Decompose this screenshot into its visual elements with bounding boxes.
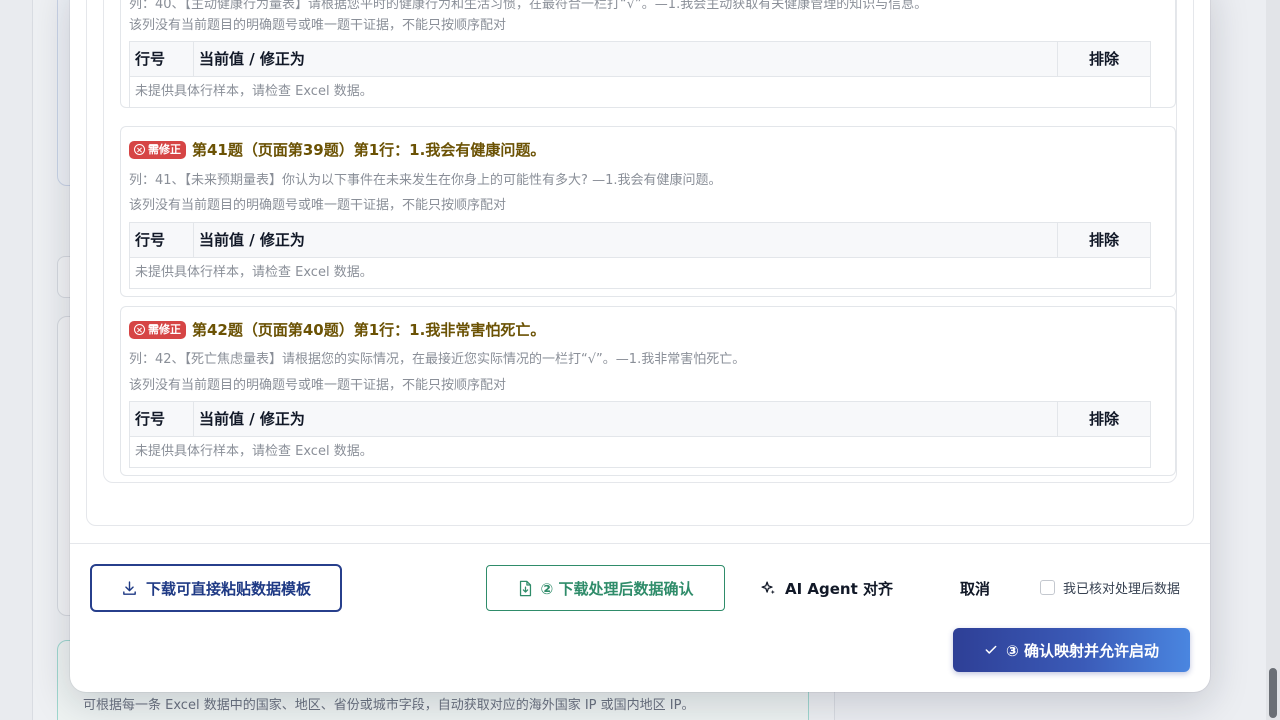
badge-label: 需修正 [148,142,181,156]
column-source-text: 列：41、【未来预期量表】你认为以下事件在未来发生在你身上的可能性有多大? —1… [129,173,722,188]
mapping-warning-text: 该列没有当前题目的明确题号或唯一题干证据，不能只按顺序配对 [129,18,507,33]
question-title: 第41题（页面第39题）第1行：1.我会有健康问题。 [192,141,546,159]
download-processed-button[interactable]: ② 下载处理后数据确认 [486,565,725,611]
file-download-icon [519,580,531,596]
needs-fix-badge: 需修正 [129,140,186,159]
table-header: 行号 当前值 / 修正为 排除 [130,402,1150,437]
mapping-confirm-modal: 列：40、【主动健康行为量表】请根据您平时的健康行为和生活习惯，在最符合一栏打“… [70,0,1210,692]
column-source-text: 列：42、【死亡焦虑量表】请根据您的实际情况，在最接近您实际情况的一栏打“√”。… [129,352,746,367]
question-block: 需修正 第42题（页面第40题）第1行：1.我非常害怕死亡。 列：42、【死亡焦… [120,306,1176,476]
column-header-value: 当前值 / 修正为 [194,223,1058,257]
table-empty-message: 未提供具体行样本，请检查 Excel 数据。 [135,84,373,99]
cancel-label: 取消 [960,579,991,598]
question-header: 需修正 第41题（页面第39题）第1行：1.我会有健康问题。 [129,139,545,160]
ai-agent-label: AI Agent 对齐 [785,579,894,598]
background-ip-note: 可根据每一条 Excel 数据中的国家、地区、省份或城市字段，自动获取对应的海外… [83,698,695,713]
error-circle-icon [134,144,145,155]
footer-divider [70,543,1210,544]
sample-rows-table: 行号 当前值 / 修正为 排除 未提供具体行样本，请检查 Excel 数据。 [129,41,1151,108]
question-header: 需修正 第42题（页面第40题）第1行：1.我非常害怕死亡。 [129,319,545,340]
table-empty-message: 未提供具体行样本，请检查 Excel 数据。 [135,444,373,459]
column-header-value: 当前值 / 修正为 [194,402,1058,436]
verified-checkbox-row[interactable]: 我已核对处理后数据 [1040,578,1180,597]
mapping-warning-text: 该列没有当前题目的明确题号或唯一题干证据，不能只按顺序配对 [129,198,507,213]
table-header: 行号 当前值 / 修正为 排除 [130,42,1150,77]
download-icon [123,580,136,595]
sample-rows-table: 行号 当前值 / 修正为 排除 未提供具体行样本，请检查 Excel 数据。 [129,401,1151,468]
question-block: 列：40、【主动健康行为量表】请根据您平时的健康行为和生活习惯，在最符合一栏打“… [120,0,1176,108]
mapping-warning-text: 该列没有当前题目的明确题号或唯一题干证据，不能只按顺序配对 [129,378,507,393]
question-title: 第42题（页面第40题）第1行：1.我非常害怕死亡。 [192,321,546,339]
column-header-exclude: 排除 [1088,231,1119,249]
cancel-button[interactable]: 取消 [960,576,990,600]
question-block: 需修正 第41题（页面第39题）第1行：1.我会有健康问题。 列：41、【未来预… [120,126,1176,297]
confirm-mapping-button[interactable]: ③ 确认映射并允许启动 [953,628,1190,672]
column-header-exclude: 排除 [1088,50,1119,68]
column-header-row: 行号 [130,223,194,257]
check-icon [985,645,997,654]
column-source-text: 列：40、【主动健康行为量表】请根据您平时的健康行为和生活习惯，在最符合一栏打“… [129,0,928,12]
verified-checkbox-label: 我已核对处理后数据 [1063,582,1181,597]
table-header: 行号 当前值 / 修正为 排除 [130,223,1150,258]
column-header-row: 行号 [130,42,194,76]
column-header-value: 当前值 / 修正为 [194,42,1058,76]
verified-checkbox[interactable] [1040,580,1055,595]
column-header-exclude: 排除 [1088,410,1119,428]
page-scrollbar[interactable] [1266,0,1280,720]
needs-fix-badge: 需修正 [129,320,186,339]
confirm-mapping-label: ③ 确认映射并允许启动 [1006,641,1159,660]
badge-label: 需修正 [148,322,181,336]
sparkle-icon [761,580,775,594]
table-empty-message: 未提供具体行样本，请检查 Excel 数据。 [135,265,373,280]
error-circle-icon [134,324,145,335]
download-processed-label: ② 下载处理后数据确认 [540,579,694,598]
sample-rows-table: 行号 当前值 / 修正为 排除 未提供具体行样本，请检查 Excel 数据。 [129,222,1151,289]
download-template-button[interactable]: 下载可直接粘贴数据模板 [90,564,342,612]
download-template-label: 下载可直接粘贴数据模板 [145,579,311,598]
ai-agent-align-button[interactable]: AI Agent 对齐 [760,576,893,600]
column-header-row: 行号 [130,402,194,436]
scrollbar-thumb[interactable] [1269,668,1277,718]
